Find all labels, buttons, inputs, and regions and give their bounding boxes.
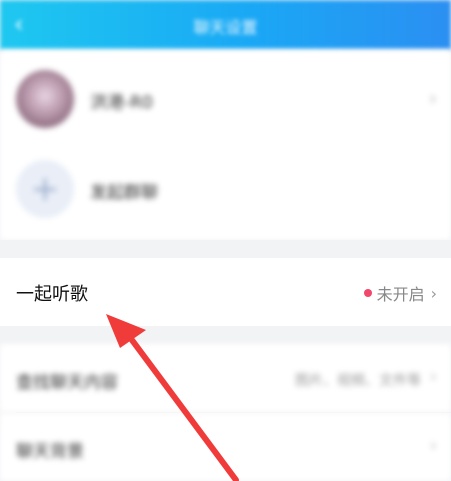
header-bar: ‹ 聊天设置	[0, 0, 451, 50]
listen-together-status[interactable]: 未开启 ›	[363, 281, 437, 305]
status-dot-icon	[363, 289, 372, 297]
avatar[interactable]	[16, 70, 74, 128]
listen-together-label: 一起听歌	[16, 284, 88, 305]
search-chat-hint: 图片、视频、文件等	[295, 373, 421, 389]
chevron-right-icon: ›	[430, 283, 437, 303]
section-gap	[0, 240, 451, 258]
search-chat-label: 查找聊天内容	[16, 373, 118, 393]
chevron-right-icon: ›	[429, 366, 437, 387]
search-chat-row[interactable]: 查找聊天内容 图片、视频、文件等 ›	[0, 344, 451, 412]
member-name[interactable]: 洪港-R0	[90, 88, 153, 113]
plus-icon[interactable]: +	[16, 160, 74, 218]
page-title: 聊天设置	[193, 18, 258, 37]
chevron-right-icon: ›	[429, 435, 437, 456]
member-card: 洪港-R0 › + 发起群聊	[0, 50, 451, 240]
chat-background-row[interactable]: 聊天背景 ›	[0, 413, 451, 481]
start-group-chat-label[interactable]: 发起群聊	[90, 178, 158, 203]
section-gap	[0, 326, 451, 344]
status-text: 未开启	[376, 285, 425, 304]
chevron-right-icon[interactable]: ›	[429, 86, 437, 110]
chat-background-label: 聊天背景	[16, 442, 84, 462]
listen-together-row[interactable]: 一起听歌 未开启 ›	[0, 258, 451, 326]
